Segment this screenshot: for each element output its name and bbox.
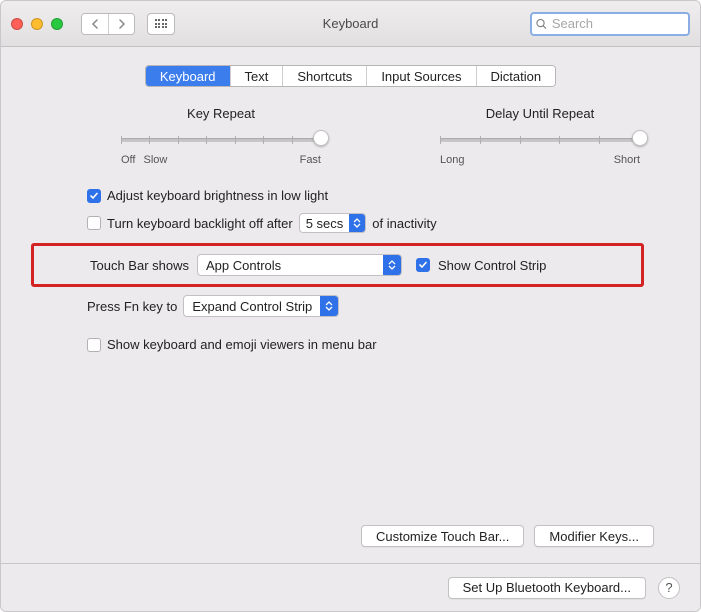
- show-control-strip-label: Show Control Strip: [438, 258, 546, 273]
- delay-slider[interactable]: [440, 129, 640, 151]
- fn-key-label: Press Fn key to: [87, 299, 177, 314]
- slider-label-off: Off: [121, 154, 135, 166]
- grid-icon: [155, 19, 168, 28]
- show-control-strip-checkbox[interactable]: [416, 258, 430, 272]
- slider-thumb[interactable]: [313, 130, 329, 146]
- nav-segment: [81, 13, 135, 35]
- slider-label-fast: Fast: [300, 154, 321, 166]
- select-value: App Controls: [198, 258, 383, 273]
- chevron-left-icon: [91, 19, 99, 29]
- forward-button[interactable]: [108, 14, 134, 34]
- fn-key-select[interactable]: Expand Control Strip: [183, 295, 339, 317]
- chevron-right-icon: [118, 19, 126, 29]
- tab-segment: Keyboard Text Shortcuts Input Sources Di…: [145, 65, 556, 87]
- key-repeat-group: Key Repeat Off Slow Fast: [121, 106, 321, 166]
- touchbar-highlight: Touch Bar shows App Controls Show Contro…: [31, 243, 644, 287]
- window-controls: [11, 18, 63, 30]
- backlight-off-select[interactable]: 5 secs: [299, 213, 367, 233]
- backlight-off-row: Turn keyboard backlight off after 5 secs…: [87, 213, 654, 233]
- menu-bar-viewers-checkbox[interactable]: [87, 338, 101, 352]
- slider-ticks: [121, 136, 321, 144]
- slider-label-long: Long: [440, 154, 464, 166]
- options-area: Adjust keyboard brightness in low light …: [47, 188, 654, 352]
- titlebar: Keyboard: [1, 1, 700, 47]
- tab-text[interactable]: Text: [230, 66, 283, 86]
- system-preferences-window: Keyboard Keyboard Text Shortcuts Input S…: [0, 0, 701, 612]
- select-stepper-icon: [349, 214, 365, 232]
- select-value: 5 secs: [300, 216, 350, 231]
- footer: Set Up Bluetooth Keyboard... ?: [1, 563, 700, 611]
- keyboard-panel: Key Repeat Off Slow Fast Delay Until Rep…: [1, 87, 700, 352]
- backlight-off-label-after: of inactivity: [372, 216, 436, 231]
- select-stepper-icon: [383, 255, 401, 275]
- delay-group: Delay Until Repeat Long Short: [440, 106, 640, 166]
- slider-ticks: [440, 136, 640, 144]
- backlight-off-label-before: Turn keyboard backlight off after: [107, 216, 293, 231]
- touchbar-label: Touch Bar shows: [90, 258, 189, 273]
- show-all-button[interactable]: [147, 13, 175, 35]
- slider-thumb[interactable]: [632, 130, 648, 146]
- tab-shortcuts[interactable]: Shortcuts: [282, 66, 366, 86]
- auto-brightness-checkbox[interactable]: [87, 189, 101, 203]
- bluetooth-keyboard-button[interactable]: Set Up Bluetooth Keyboard...: [448, 577, 646, 599]
- auto-brightness-label: Adjust keyboard brightness in low light: [107, 188, 328, 203]
- tabs: Keyboard Text Shortcuts Input Sources Di…: [1, 65, 700, 87]
- zoom-window-button[interactable]: [51, 18, 63, 30]
- search-icon: [536, 18, 547, 30]
- help-button[interactable]: ?: [658, 577, 680, 599]
- customize-touch-bar-button[interactable]: Customize Touch Bar...: [361, 525, 524, 547]
- fn-key-row: Press Fn key to Expand Control Strip: [87, 295, 654, 317]
- sliders-row: Key Repeat Off Slow Fast Delay Until Rep…: [47, 106, 654, 166]
- close-window-button[interactable]: [11, 18, 23, 30]
- backlight-off-checkbox[interactable]: [87, 216, 101, 230]
- key-repeat-title: Key Repeat: [121, 106, 321, 121]
- select-value: Expand Control Strip: [184, 299, 320, 314]
- slider-label-short: Short: [614, 154, 640, 166]
- tab-keyboard[interactable]: Keyboard: [146, 66, 230, 86]
- select-stepper-icon: [320, 296, 338, 316]
- tab-dictation[interactable]: Dictation: [476, 66, 556, 86]
- menu-bar-viewers-row: Show keyboard and emoji viewers in menu …: [87, 337, 654, 352]
- bottom-buttons: Customize Touch Bar... Modifier Keys...: [361, 525, 654, 547]
- delay-title: Delay Until Repeat: [440, 106, 640, 121]
- slider-label-slow: Slow: [143, 154, 167, 166]
- menu-bar-viewers-label: Show keyboard and emoji viewers in menu …: [107, 337, 377, 352]
- touchbar-select[interactable]: App Controls: [197, 254, 402, 276]
- key-repeat-slider[interactable]: [121, 129, 321, 151]
- auto-brightness-row: Adjust keyboard brightness in low light: [87, 188, 654, 203]
- search-field[interactable]: [530, 12, 690, 36]
- tab-input-sources[interactable]: Input Sources: [366, 66, 475, 86]
- search-input[interactable]: [550, 15, 684, 32]
- back-button[interactable]: [82, 14, 108, 34]
- modifier-keys-button[interactable]: Modifier Keys...: [534, 525, 654, 547]
- minimize-window-button[interactable]: [31, 18, 43, 30]
